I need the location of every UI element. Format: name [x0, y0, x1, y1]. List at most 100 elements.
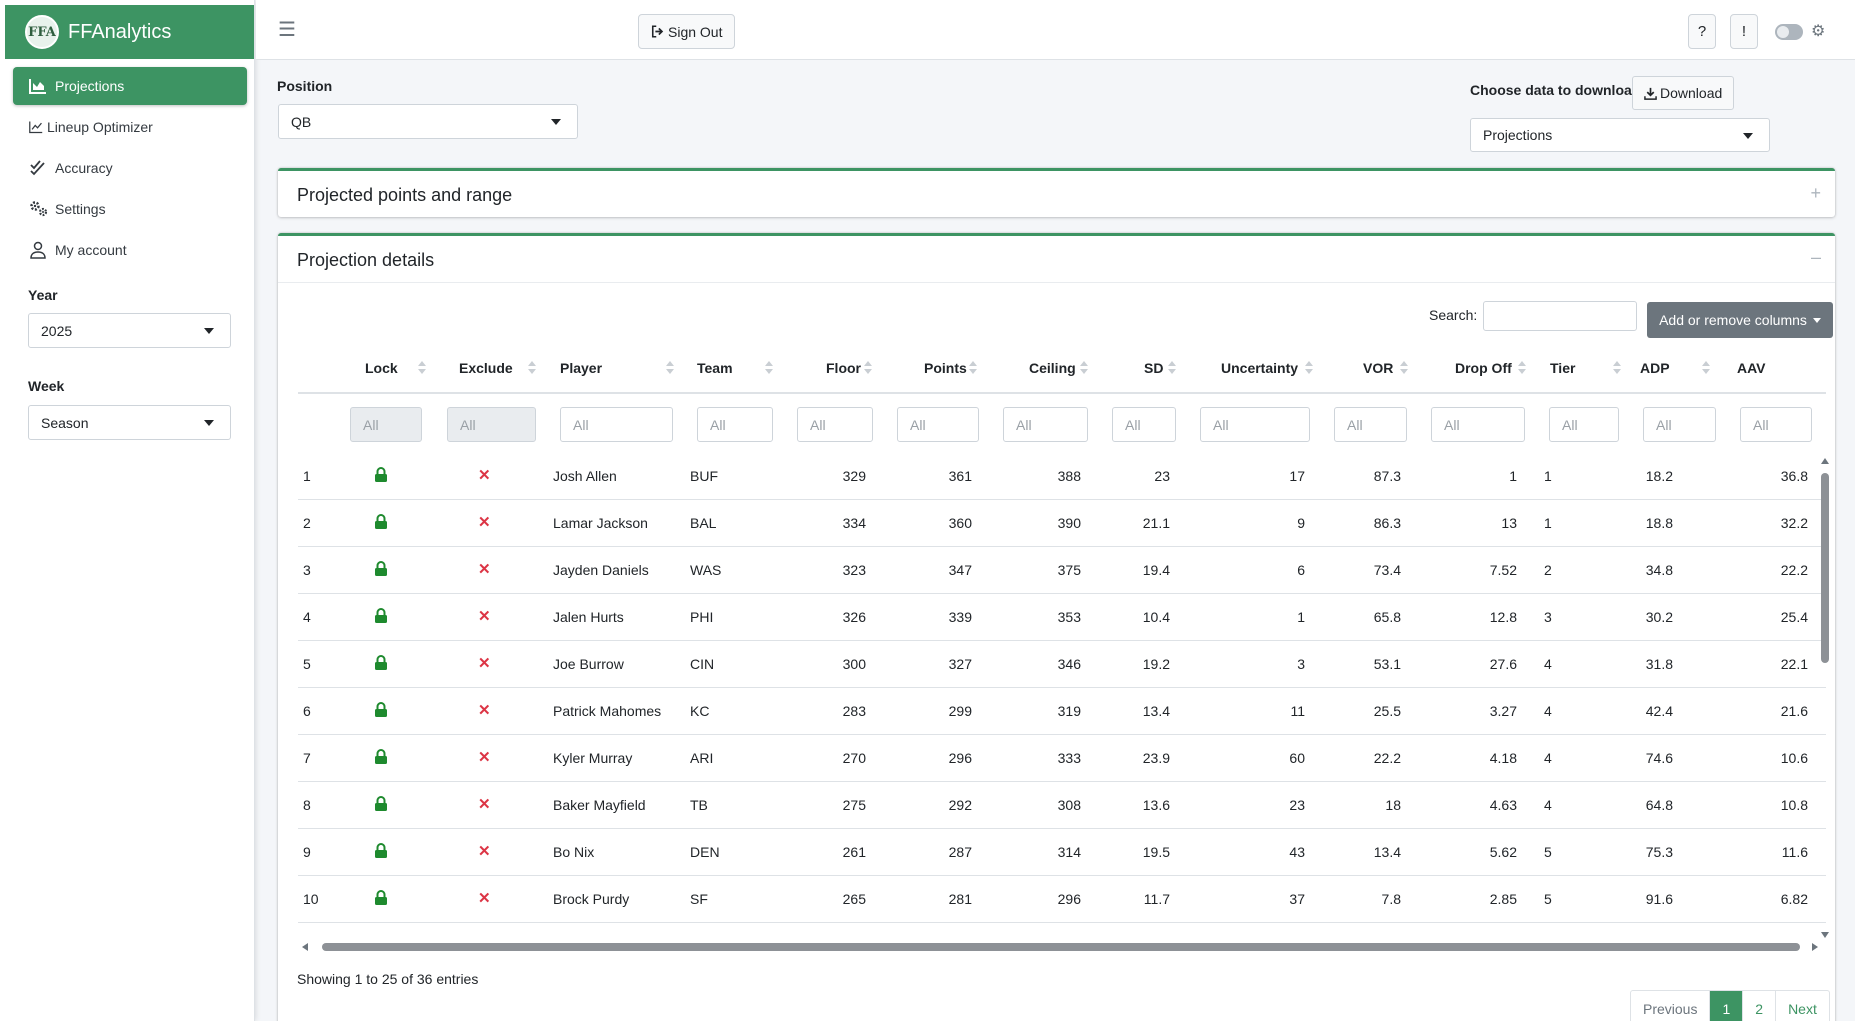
menu-toggle-icon[interactable]: ☰ [278, 20, 296, 40]
column-header-lock[interactable]: Lock [365, 360, 398, 376]
table-row[interactable]: ✕ 2 Lamar Jackson BAL 334 360 390 21.1 9 86.3 13 1 1… [298, 500, 1826, 547]
table-row[interactable]: ✕ 3 Jayden Daniels WAS 323 347 375 19.4 6 73.4 7.5… [298, 547, 1826, 594]
sort-icon[interactable] [1080, 361, 1088, 375]
column-header-aav[interactable]: AAV [1737, 360, 1766, 376]
column-header-adp[interactable]: ADP [1640, 360, 1670, 376]
search-input[interactable] [1483, 301, 1637, 331]
exclude-icon[interactable]: ✕ [478, 748, 491, 766]
add-remove-columns-button[interactable]: Add or remove columns [1647, 302, 1833, 338]
column-filter-input[interactable]: All [1643, 407, 1716, 442]
scroll-thumb[interactable] [322, 943, 1800, 951]
exclude-icon[interactable]: ✕ [478, 795, 491, 813]
sort-icon[interactable] [1168, 361, 1176, 375]
column-filter-input[interactable]: All [560, 407, 673, 442]
column-header-sd[interactable]: SD [1144, 360, 1163, 376]
column-header-drop-off[interactable]: Drop Off [1455, 360, 1512, 376]
column-filter-input[interactable]: All [697, 407, 773, 442]
previous-page-button[interactable]: Previous [1631, 991, 1709, 1021]
lock-icon[interactable] [374, 608, 388, 626]
exclude-icon[interactable]: ✕ [478, 842, 491, 860]
lock-icon[interactable] [374, 890, 388, 908]
column-filter-input[interactable]: All [1112, 407, 1176, 442]
column-filter-input[interactable]: All [1334, 407, 1407, 442]
sidebar-item-my-account[interactable]: My account [13, 231, 247, 269]
gear-icon[interactable]: ⚙ [1811, 21, 1825, 41]
column-filter-input[interactable]: All [797, 407, 873, 442]
scroll-left-icon[interactable] [302, 943, 308, 951]
sort-icon[interactable] [1305, 361, 1313, 375]
page-1-button[interactable]: 1 [1709, 991, 1743, 1021]
scroll-thumb[interactable] [1821, 473, 1829, 663]
column-header-ceiling[interactable]: Ceiling [1029, 360, 1076, 376]
table-row[interactable]: ✕ 7 Kyler Murray ARI 270 296 333 23.9 60 22.2 4.18… [298, 735, 1826, 782]
sidebar-item-settings[interactable]: Settings [13, 190, 247, 228]
column-filter-input[interactable]: All [1740, 407, 1812, 442]
exclude-icon[interactable]: ✕ [478, 701, 491, 719]
sort-icon[interactable] [1702, 361, 1710, 375]
sidebar-item-projections[interactable]: Projections [13, 67, 247, 105]
table-row[interactable]: ✕ 6 Patrick Mahomes KC 283 299 319 13.4 11 25.5 3.… [298, 688, 1826, 735]
exclude-icon[interactable]: ✕ [478, 466, 491, 484]
column-header-player[interactable]: Player [560, 360, 602, 376]
column-header-points[interactable]: Points [924, 360, 967, 376]
exclude-icon[interactable]: ✕ [478, 607, 491, 625]
sort-icon[interactable] [528, 361, 536, 375]
column-header-exclude[interactable]: Exclude [459, 360, 513, 376]
table-row[interactable]: ✕ 4 Jalen Hurts PHI 326 339 353 10.4 1 65.8 12.8 3 3… [298, 594, 1826, 641]
brand-link[interactable]: FFA FFAnalytics [5, 5, 254, 59]
sidebar-item-lineup-optimizer[interactable]: Lineup Optimizer [13, 108, 247, 146]
exclude-icon[interactable]: ✕ [478, 513, 491, 531]
sort-icon[interactable] [666, 361, 674, 375]
horizontal-scrollbar[interactable] [300, 942, 1820, 952]
sort-icon[interactable] [418, 361, 426, 375]
table-row[interactable]: ✕ 8 Baker Mayfield TB 275 292 308 13.6 23 18 4.63 4… [298, 782, 1826, 829]
table-row[interactable]: ✕ 10 Brock Purdy SF 265 281 296 11.7 37 7.8 2.85 5 9… [298, 876, 1826, 923]
collapse-icon[interactable]: – [1811, 247, 1821, 268]
scroll-up-icon[interactable] [1821, 458, 1829, 464]
dark-mode-toggle[interactable] [1775, 24, 1803, 40]
lock-icon[interactable] [374, 514, 388, 532]
week-select[interactable]: Season [28, 405, 231, 440]
table-row[interactable]: ✕ 9 Bo Nix DEN 261 287 314 19.5 43 13.4 5.62 5 75.3 1… [298, 829, 1826, 876]
lock-icon[interactable] [374, 796, 388, 814]
lock-icon[interactable] [374, 655, 388, 673]
alert-button[interactable]: ! [1730, 14, 1758, 49]
sort-icon[interactable] [1613, 361, 1621, 375]
exclude-icon[interactable]: ✕ [478, 654, 491, 672]
sort-icon[interactable] [864, 361, 872, 375]
column-header-floor[interactable]: Floor [826, 360, 861, 376]
lock-icon[interactable] [374, 702, 388, 720]
scroll-down-icon[interactable] [1821, 932, 1829, 938]
download-data-select[interactable]: Projections [1470, 118, 1770, 152]
table-row[interactable]: ✕ 1 Josh Allen BUF 329 361 388 23 17 87.3 1 1 18.2 36… [298, 455, 1826, 500]
column-header-team[interactable]: Team [697, 360, 733, 376]
page-2-button[interactable]: 2 [1742, 991, 1775, 1021]
help-button[interactable]: ? [1688, 14, 1716, 49]
sort-icon[interactable] [969, 361, 977, 375]
next-page-button[interactable]: Next [1775, 991, 1829, 1021]
sort-icon[interactable] [765, 361, 773, 375]
scroll-right-icon[interactable] [1812, 943, 1818, 951]
year-select[interactable]: 2025 [28, 313, 231, 348]
lock-icon[interactable] [374, 749, 388, 767]
position-select[interactable]: QB [278, 104, 578, 139]
column-header-uncertainty[interactable]: Uncertainty [1221, 360, 1298, 376]
lock-icon[interactable] [374, 561, 388, 579]
column-filter-input[interactable]: All [1003, 407, 1088, 442]
expand-icon[interactable]: + [1810, 183, 1821, 204]
column-filter-input[interactable]: All [1200, 407, 1310, 442]
sort-icon[interactable] [1518, 361, 1526, 375]
column-filter-input[interactable]: All [897, 407, 979, 442]
download-button[interactable]: Download [1632, 76, 1735, 110]
column-filter-input[interactable]: All [1549, 407, 1619, 442]
table-row[interactable]: ✕ 5 Joe Burrow CIN 300 327 346 19.2 3 53.1 27.6 4 31… [298, 641, 1826, 688]
exclude-icon[interactable]: ✕ [478, 889, 491, 907]
column-header-vor[interactable]: VOR [1363, 360, 1393, 376]
sort-icon[interactable] [1400, 361, 1408, 375]
sidebar-item-accuracy[interactable]: Accuracy [13, 149, 247, 187]
vertical-scrollbar[interactable] [1820, 458, 1830, 938]
sign-out-button[interactable]: Sign Out [638, 14, 736, 49]
lock-icon[interactable] [374, 467, 388, 485]
column-filter-input[interactable]: All [1431, 407, 1525, 442]
lock-icon[interactable] [374, 843, 388, 861]
